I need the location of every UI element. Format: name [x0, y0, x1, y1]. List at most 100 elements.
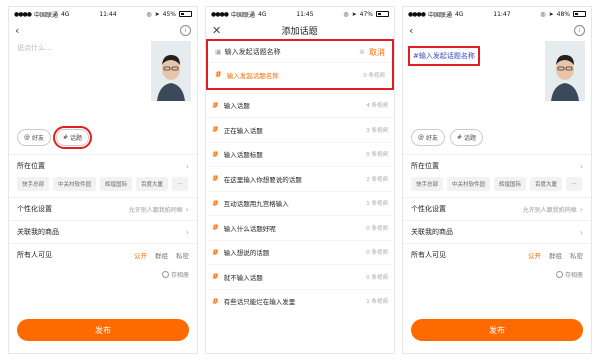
carrier: 中国联通: [33, 11, 58, 19]
location-label: 所在位置: [17, 162, 45, 170]
linked-products-row[interactable]: 关联我的商品 ›: [403, 220, 591, 243]
close-icon[interactable]: ✕: [212, 24, 221, 37]
video-cover-thumbnail[interactable]: [151, 41, 191, 101]
battery-percent: 45%: [162, 10, 176, 18]
video-cover-thumbnail[interactable]: [545, 41, 585, 101]
topic-list-item[interactable]: # 正在输入话题 3 条视频: [206, 117, 394, 142]
visibility-label: 所有人可见: [411, 251, 446, 259]
compose-area[interactable]: #输入发起话题名称: [403, 39, 591, 127]
topic-list-item[interactable]: # 输入话题 4 条视频: [206, 92, 394, 118]
topic-list-item[interactable]: # 输入什么话题好呢 0 条视频: [206, 215, 394, 240]
visibility-public-option[interactable]: 公开: [134, 250, 147, 260]
alarm-icon: ◎: [343, 10, 349, 18]
info-icon[interactable]: i: [574, 24, 585, 36]
topic-list-item[interactable]: # 输入想说的话题 0 条视频: [206, 239, 394, 265]
visibility-private-option[interactable]: 私密: [570, 250, 583, 260]
hash-icon: #: [212, 149, 219, 159]
location-section: 所在位置 › 快手总部 中关村软件园 辉煌国际 百度大厦 …: [403, 154, 591, 197]
status-bar: ●●●● 中国联通 4G 11:45 ◎ ➤ 47%: [206, 7, 394, 21]
at-icon: @: [418, 134, 424, 141]
topic-label: 就不输入话题: [223, 273, 263, 282]
publish-button[interactable]: 发布: [411, 319, 583, 341]
carrier: 中国联通: [427, 11, 452, 19]
hash-icon: #: [212, 272, 219, 282]
location-chip[interactable]: 百度大厦: [530, 177, 563, 191]
screen-compose-with-topic: ●●●● 中国联通 4G 11:47 ◎ ➤ 48% ‹ i #输入发起话题名称: [402, 6, 592, 354]
location-chip[interactable]: 百度大厦: [136, 177, 169, 191]
topic-list-item[interactable]: # 有些话只能烂在输入发里 1 条视频: [206, 288, 394, 314]
portrait-image: [545, 41, 585, 101]
topic-list-item[interactable]: # 就不输入话题 0 条视频: [206, 264, 394, 289]
personalization-row[interactable]: 个性化设置 允许别人跟我拍同框 ›: [403, 197, 591, 220]
page-title: 添加话题: [281, 26, 318, 37]
add-topic-chip[interactable]: # 话题: [53, 126, 93, 149]
clear-icon[interactable]: ⊗: [359, 48, 365, 56]
mention-friend-label: 好友: [32, 135, 45, 142]
signal-icon: ●●●●: [211, 10, 229, 18]
save-to-album-toggle[interactable]: 存相册: [403, 270, 591, 279]
visibility-public-option[interactable]: 公开: [528, 250, 541, 260]
personalization-row[interactable]: 个性化设置 允许别人跟我拍同框 ›: [9, 197, 197, 220]
save-to-album-label: 存相册: [170, 272, 189, 279]
mention-friend-chip[interactable]: @ 好友: [411, 129, 446, 146]
topic-list: # 输入话题 4 条视频 # 正在输入话题 3 条视频 # 输入话题标题 0 条视频 …: [206, 92, 394, 314]
topic-label: 互动话题用九宫格输入: [223, 200, 289, 209]
topic-video-count: 0 条视频: [366, 152, 388, 159]
location-arrow-icon: ➤: [548, 10, 554, 18]
personalization-label: 个性化设置: [411, 205, 446, 213]
location-label: 所在位置: [411, 162, 439, 170]
hash-icon: #: [212, 247, 219, 257]
location-chip[interactable]: 中关村软件园: [447, 177, 491, 191]
hash-icon: #: [457, 134, 463, 141]
location-row[interactable]: 所在位置 ›: [403, 155, 591, 177]
info-icon[interactable]: i: [180, 24, 191, 36]
radio-icon: [555, 271, 563, 278]
portrait-image: [151, 41, 191, 101]
network-type: 4G: [257, 10, 267, 18]
visibility-private-option[interactable]: 私密: [176, 250, 189, 260]
compose-area[interactable]: 说点什么...: [9, 39, 197, 127]
location-chip[interactable]: …: [566, 177, 582, 191]
back-icon[interactable]: ‹: [15, 24, 19, 37]
location-arrow-icon: ➤: [154, 10, 160, 18]
screen-add-topic: ●●●● 中国联通 4G 11:45 ◎ ➤ 47% ✕ 添加话题 ▣ 输入发起…: [205, 6, 395, 354]
location-chip[interactable]: 中关村软件园: [53, 177, 97, 191]
battery-icon: [572, 11, 586, 17]
topic-search-value: 输入发起话题名称: [224, 48, 281, 56]
chevron-right-icon: ›: [185, 204, 189, 214]
topic-video-count: 0 条视频: [366, 225, 388, 232]
status-bar: ●●●● 中国联通 4G 11:47 ◎ ➤ 48%: [403, 7, 591, 21]
battery-percent: 48%: [556, 10, 570, 18]
save-to-album-toggle[interactable]: 存相册: [9, 270, 197, 279]
publish-button[interactable]: 发布: [17, 319, 189, 341]
inserted-topic-tag[interactable]: #输入发起话题名称: [408, 46, 480, 66]
topic-search-input[interactable]: ▣ 输入发起话题名称: [215, 47, 355, 57]
mention-friend-chip[interactable]: @ 好友: [17, 129, 52, 146]
signal-icon: ●●●●: [408, 10, 426, 18]
location-chip[interactable]: 快手总部: [411, 177, 444, 191]
linked-products-row[interactable]: 关联我的商品 ›: [9, 220, 197, 243]
topic-list-item[interactable]: # 在这里输入你想要说的话题 2 条视频: [206, 166, 394, 191]
add-topic-chip[interactable]: # 话题: [450, 129, 484, 146]
topic-suggestion-new[interactable]: # 输入发起话题名称 0 条视频: [209, 62, 391, 87]
cancel-button[interactable]: 取消: [369, 47, 385, 58]
topic-list-item[interactable]: # 互动话题用九宫格输入 1 条视频: [206, 190, 394, 216]
location-chip[interactable]: …: [172, 177, 188, 191]
location-chip[interactable]: 辉煌国际: [494, 177, 527, 191]
battery-level: [180, 13, 184, 15]
hash-icon: #: [212, 125, 219, 135]
visibility-group-option[interactable]: 群组: [549, 250, 562, 260]
nav-bar: ✕ 添加话题: [206, 21, 394, 39]
visibility-group-option[interactable]: 群组: [155, 250, 168, 260]
location-chip[interactable]: 辉煌国际: [100, 177, 133, 191]
location-row[interactable]: 所在位置 ›: [9, 155, 197, 177]
topic-video-count: 0 条视频: [363, 72, 385, 79]
chevron-right-icon: ›: [579, 227, 583, 237]
back-icon[interactable]: ‹: [409, 24, 413, 37]
network-type: 4G: [454, 10, 464, 18]
hash-icon: #: [212, 100, 219, 110]
topic-list-item[interactable]: # 输入话题标题 0 条视频: [206, 141, 394, 167]
location-chip[interactable]: 快手总部: [17, 177, 50, 191]
topic-video-count: 0 条视频: [366, 250, 388, 257]
clock: 11:45: [296, 10, 314, 18]
